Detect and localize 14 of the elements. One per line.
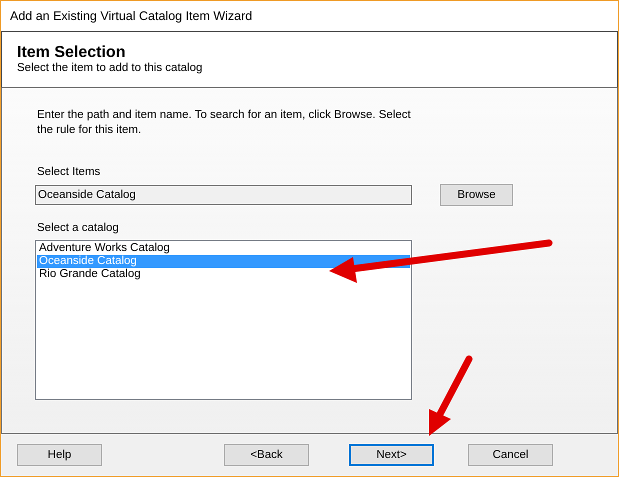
list-item[interactable]: Adventure Works Catalog <box>37 242 410 255</box>
list-label: Select a catalog <box>37 222 120 234</box>
page-title: Item Selection <box>17 44 126 62</box>
browse-button[interactable]: Browse <box>440 184 513 206</box>
field-label: Select Items <box>37 166 102 178</box>
list-item[interactable]: Rio Grande Catalog <box>37 268 410 281</box>
page-subtitle: Select the item to add to this catalog <box>17 62 204 75</box>
wizard-button[interactable]: Help <box>17 444 102 466</box>
wizard-button[interactable]: Cancel <box>468 444 553 466</box>
item-field[interactable]: Oceanside Catalog <box>35 185 412 205</box>
wizard-button[interactable]: Next> <box>349 444 434 466</box>
wizard-button[interactable]: <Back <box>224 444 309 466</box>
instructions-text: Enter the path and item name. To search for an item, click Browse. Select the rule for this item. <box>37 108 412 138</box>
window-title: Add an Existing Virtual Catalog Item Wizard <box>10 9 252 23</box>
